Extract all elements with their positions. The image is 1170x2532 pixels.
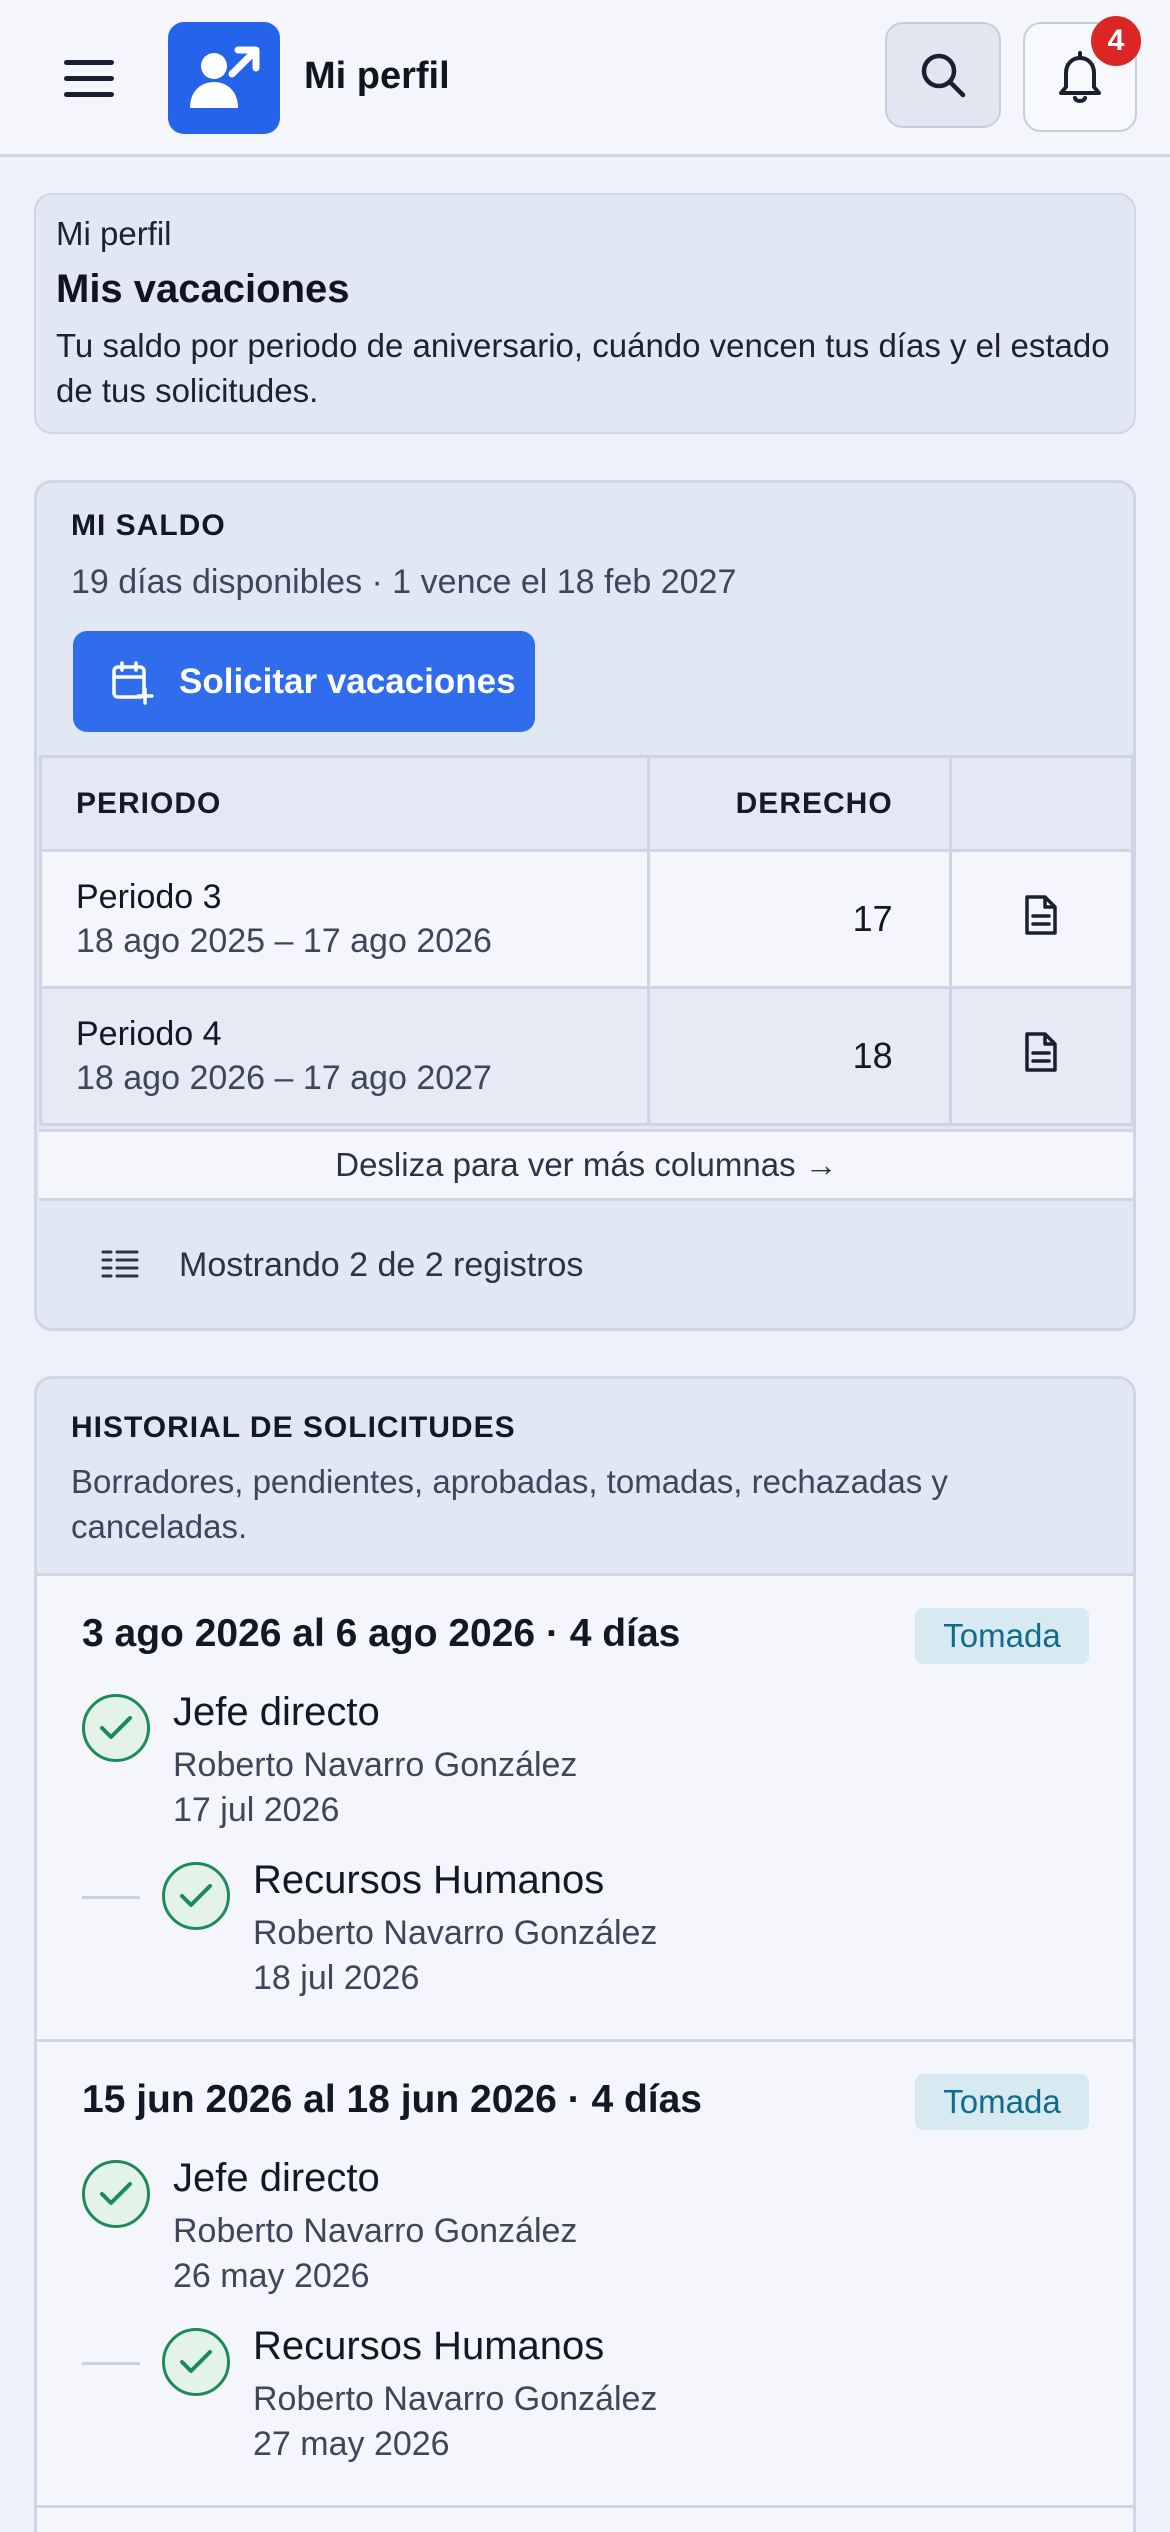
approver-name: Roberto Navarro González bbox=[253, 1914, 658, 1952]
table-row: Periodo 3 18 ago 2025 – 17 ago 2026 17 bbox=[39, 849, 1133, 989]
hamburger-menu-icon[interactable] bbox=[56, 52, 124, 104]
period-name: Periodo 4 bbox=[76, 1015, 222, 1053]
request-vacation-label: Solicitar vacaciones bbox=[179, 661, 516, 701]
entitlement-cell: 17 bbox=[646, 849, 952, 989]
request-item[interactable]: 3 ago 2026 al 6 ago 2026 · 4 días Tomada… bbox=[37, 1576, 1133, 2042]
periods-table: PERIODO DERECHO Periodo 3 18 ago 2025 – … bbox=[39, 755, 1133, 1126]
check-circle-icon bbox=[162, 2328, 230, 2396]
approver-role: Jefe directo bbox=[173, 1690, 380, 1734]
request-title: 3 ago 2026 al 6 ago 2026 · 4 días bbox=[82, 1612, 681, 1655]
step-connector bbox=[82, 2362, 140, 2365]
column-header-period[interactable]: PERIODO bbox=[39, 755, 650, 852]
history-card: HISTORIAL DE SOLICITUDES Borradores, pen… bbox=[34, 1376, 1136, 2532]
page-title: Mi perfil bbox=[304, 55, 450, 97]
section-title: Mis vacaciones bbox=[56, 267, 350, 311]
section-description: Tu saldo por periodo de aniversario, cuá… bbox=[56, 327, 1110, 409]
period-name: Periodo 3 bbox=[76, 878, 222, 916]
approver-role: Recursos Humanos bbox=[253, 1858, 605, 1902]
search-icon bbox=[921, 53, 966, 98]
step-connector bbox=[82, 1896, 140, 1899]
actions-cell bbox=[948, 986, 1133, 1126]
history-description: Borradores, pendientes, aprobadas, tomad… bbox=[71, 1463, 948, 1545]
approval-date: 26 may 2026 bbox=[173, 2257, 370, 2295]
actions-cell bbox=[948, 849, 1133, 989]
records-count: Mostrando 2 de 2 registros bbox=[37, 1201, 1133, 1328]
document-icon[interactable] bbox=[1021, 1030, 1061, 1074]
column-header-entitlement[interactable]: DERECHO bbox=[646, 755, 952, 852]
calendar-plus-icon bbox=[112, 660, 154, 705]
approval-date: 27 may 2026 bbox=[253, 2425, 450, 2463]
top-bar: Mi perfil 4 bbox=[0, 0, 1170, 157]
entitlement-cell: 18 bbox=[646, 986, 952, 1126]
request-item[interactable]: 15 jun 2026 al 18 jun 2026 · 4 días Toma… bbox=[37, 2042, 1133, 2508]
balance-title: MI SALDO bbox=[71, 509, 226, 542]
approval-date: 17 jul 2026 bbox=[173, 1791, 340, 1829]
approver-name: Roberto Navarro González bbox=[173, 2212, 578, 2250]
history-title: HISTORIAL DE SOLICITUDES bbox=[71, 1411, 516, 1444]
balance-card: MI SALDO 19 días disponibles · 1 vence e… bbox=[34, 480, 1136, 1331]
approval-date: 18 jul 2026 bbox=[253, 1959, 420, 1997]
period-cell: Periodo 3 18 ago 2025 – 17 ago 2026 bbox=[39, 849, 650, 989]
status-badge: Tomada bbox=[915, 2074, 1089, 2130]
search-button[interactable] bbox=[885, 22, 1001, 128]
scroll-hint: Desliza para ver más columnas → bbox=[39, 1129, 1133, 1201]
request-vacation-button[interactable]: Solicitar vacaciones bbox=[73, 631, 535, 732]
status-badge: Tomada bbox=[915, 1608, 1089, 1664]
check-circle-icon bbox=[162, 1862, 230, 1930]
approver-name: Roberto Navarro González bbox=[173, 1746, 578, 1784]
approver-role: Jefe directo bbox=[173, 2156, 380, 2200]
records-text: Mostrando 2 de 2 registros bbox=[179, 1245, 584, 1284]
notification-badge: 4 bbox=[1091, 16, 1141, 66]
intro-card: Mi perfil Mis vacaciones Tu saldo por pe… bbox=[34, 193, 1136, 434]
period-dates: 18 ago 2025 – 17 ago 2026 bbox=[76, 922, 492, 960]
check-circle-icon bbox=[82, 2160, 150, 2228]
check-circle-icon bbox=[82, 1694, 150, 1762]
notifications-button[interactable]: 4 bbox=[1023, 16, 1141, 132]
request-title: 15 jun 2026 al 18 jun 2026 · 4 días bbox=[82, 2078, 703, 2121]
period-cell: Periodo 4 18 ago 2026 – 17 ago 2027 bbox=[39, 986, 650, 1126]
balance-summary: 19 días disponibles · 1 vence el 18 feb … bbox=[71, 563, 737, 601]
user-arrow-icon bbox=[168, 22, 280, 134]
column-header-actions bbox=[948, 755, 1133, 852]
document-icon[interactable] bbox=[1021, 893, 1061, 937]
approver-name: Roberto Navarro González bbox=[253, 2380, 658, 2418]
breadcrumb: Mi perfil bbox=[56, 215, 172, 252]
list-icon bbox=[101, 1250, 139, 1278]
history-header: HISTORIAL DE SOLICITUDES Borradores, pen… bbox=[37, 1379, 1133, 1576]
table-row: Periodo 4 18 ago 2026 – 17 ago 2027 18 bbox=[39, 986, 1133, 1126]
period-dates: 18 ago 2026 – 17 ago 2027 bbox=[76, 1059, 492, 1097]
approver-role: Recursos Humanos bbox=[253, 2324, 605, 2368]
table-header-row: PERIODO DERECHO bbox=[39, 755, 1133, 852]
